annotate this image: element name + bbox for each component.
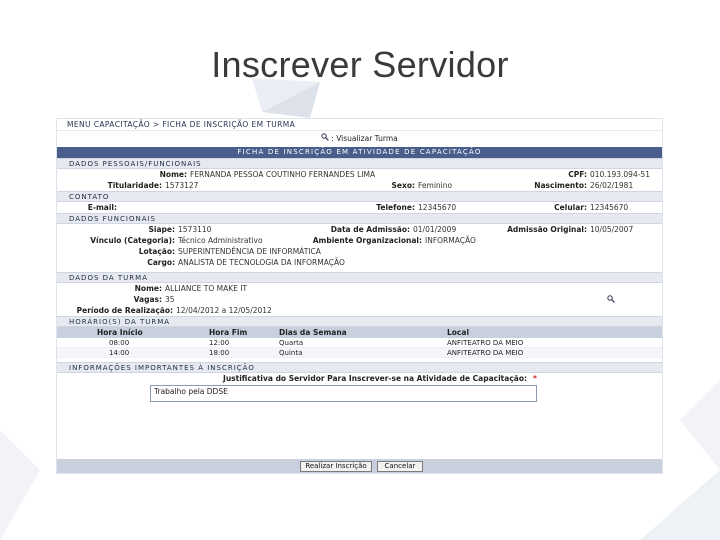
vagas-label: Vagas: bbox=[133, 295, 162, 304]
section-dados-turma: Dados da Turma bbox=[57, 272, 662, 283]
siape-value: 1573110 bbox=[178, 225, 212, 234]
telefone-value: 12345670 bbox=[418, 203, 457, 212]
justificativa-textarea[interactable]: Trabalho pela DDSE bbox=[150, 385, 537, 402]
vinculo-value: Técnico Administrativo bbox=[178, 236, 263, 245]
section-dados-pessoais: Dados Pessoais/Funcionais bbox=[57, 158, 662, 169]
cell-local: ANFITEATRO DA MEIO bbox=[447, 349, 524, 357]
turma-nome-label: Nome: bbox=[134, 284, 162, 293]
row-turma-nome: Nome: ALLIANCE TO MAKE IT bbox=[57, 283, 662, 294]
titularidade-label: Titularidade: bbox=[107, 181, 162, 190]
row-vinculo: Vínculo (Categoria): Técnico Administrat… bbox=[57, 235, 662, 246]
cell-local: ANFITEATRO DA MEIO bbox=[447, 339, 524, 347]
capacitacao-form-window: Menu Capacitação > Ficha de Inscrição em… bbox=[56, 118, 663, 474]
form-header: Ficha de Inscrição em Atividade de Capac… bbox=[57, 147, 662, 158]
cell-hora-fim: 18:00 bbox=[209, 349, 230, 357]
telefone-label: Telefone: bbox=[376, 203, 415, 212]
breadcrumb: Menu Capacitação > Ficha de Inscrição em… bbox=[57, 119, 662, 131]
section-dados-funcionais: Dados Funcionais bbox=[57, 213, 662, 224]
col-hora-fim: Hora Fim bbox=[209, 328, 248, 337]
realizar-inscricao-button[interactable]: Realizar Inscrição bbox=[300, 461, 372, 472]
row-titularidade: Titularidade: 1573127 Sexo: Feminino Nas… bbox=[57, 180, 662, 191]
button-bar: Realizar Inscrição Cancelar bbox=[57, 459, 662, 473]
row-periodo: Período de Realização: 12/04/2012 a 12/0… bbox=[57, 305, 662, 316]
col-local: Local bbox=[447, 328, 470, 337]
admissao-original-label: Admissão Original: bbox=[507, 225, 587, 234]
email-label: E-mail: bbox=[87, 203, 117, 212]
magnifier-icon bbox=[321, 131, 330, 147]
ambiente-value: INFORMAÇÃO bbox=[425, 236, 476, 245]
titularidade-value: 1573127 bbox=[165, 181, 199, 190]
siape-label: Siape: bbox=[148, 225, 176, 234]
row-vagas: Vagas: 35 bbox=[57, 294, 662, 305]
table-row: 08:00 12:00 Quarta ANFITEATRO DA MEIO bbox=[57, 338, 662, 348]
lotacao-label: Lotação: bbox=[138, 247, 175, 256]
ambiente-label: Ambiente Organizacional: bbox=[312, 236, 422, 245]
data-admissao-value: 01/01/2009 bbox=[413, 225, 457, 234]
col-dias-semana: Dias da Semana bbox=[279, 328, 347, 337]
celular-value: 12345670 bbox=[590, 203, 629, 212]
section-contato: Contato bbox=[57, 191, 662, 202]
table-row: 14:00 18:00 Quinta ANFITEATRO DA MEIO bbox=[57, 348, 662, 358]
section-informacoes: Informações Importantes à Inscrição bbox=[57, 362, 662, 373]
row-cargo: Cargo: ANALISTA DE TECNOLOGIA DA INFORMA… bbox=[57, 257, 662, 268]
section-horarios: Horário(s) da Turma bbox=[57, 316, 662, 327]
slide-title: Inscrever Servidor bbox=[211, 44, 509, 85]
nome-value: FERNANDA PESSOA COUTINHO FERNANDES LIMA bbox=[190, 170, 376, 179]
lotacao-value: SUPERINTENDÊNCIA DE INFORMÁTICA bbox=[178, 247, 321, 256]
sexo-value: Feminino bbox=[418, 181, 453, 190]
cancelar-button[interactable]: Cancelar bbox=[377, 461, 423, 472]
vagas-value: 35 bbox=[165, 295, 175, 304]
cpf-label: CPF: bbox=[568, 170, 587, 179]
admissao-original-value: 10/05/2007 bbox=[590, 225, 634, 234]
nascimento-label: Nascimento: bbox=[534, 181, 587, 190]
row-contato: E-mail: Telefone: 12345670 Celular: 1234… bbox=[57, 202, 662, 213]
visualizar-turma-link[interactable]: : Visualizar Turma bbox=[57, 131, 662, 147]
schedule-table-header: Hora Início Hora Fim Dias da Semana Loca… bbox=[57, 327, 662, 338]
cell-dia: Quinta bbox=[279, 349, 303, 357]
periodo-value: 12/04/2012 a 12/05/2012 bbox=[176, 306, 272, 315]
cargo-label: Cargo: bbox=[147, 258, 175, 267]
cargo-value: ANALISTA DE TECNOLOGIA DA INFORMAÇÃO bbox=[178, 258, 345, 267]
cell-hora-inicio: 08:00 bbox=[109, 339, 130, 347]
required-mark: * bbox=[533, 374, 537, 383]
cell-hora-fim: 12:00 bbox=[209, 339, 230, 347]
justificativa-container: Trabalho pela DDSE bbox=[57, 385, 662, 407]
cell-hora-inicio: 14:00 bbox=[109, 349, 130, 357]
visualizar-turma-label[interactable]: : Visualizar Turma bbox=[331, 134, 397, 143]
turma-nome-value: ALLIANCE TO MAKE IT bbox=[165, 284, 248, 293]
cpf-value: 010.193.094-51 bbox=[590, 170, 650, 179]
periodo-label: Período de Realização: bbox=[76, 306, 173, 315]
row-justificativa-label: Justificativa do Servidor Para Inscrever… bbox=[57, 373, 662, 385]
nome-label: Nome: bbox=[159, 170, 187, 179]
nascimento-value: 26/02/1981 bbox=[590, 181, 634, 190]
row-lotacao: Lotação: SUPERINTENDÊNCIA DE INFORMÁTICA bbox=[57, 246, 662, 257]
col-hora-inicio: Hora Início bbox=[97, 328, 143, 337]
row-siape: Siape: 1573110 Data de Admissão: 01/01/2… bbox=[57, 224, 662, 235]
row-nome-cpf: Nome: FERNANDA PESSOA COUTINHO FERNANDES… bbox=[57, 169, 662, 180]
vinculo-label: Vínculo (Categoria): bbox=[90, 236, 175, 245]
justificativa-label: Justificativa do Servidor Para Inscrever… bbox=[223, 374, 527, 383]
data-admissao-label: Data de Admissão: bbox=[330, 225, 410, 234]
celular-label: Celular: bbox=[554, 203, 587, 212]
cell-dia: Quarta bbox=[279, 339, 304, 347]
sexo-label: Sexo: bbox=[391, 181, 415, 190]
